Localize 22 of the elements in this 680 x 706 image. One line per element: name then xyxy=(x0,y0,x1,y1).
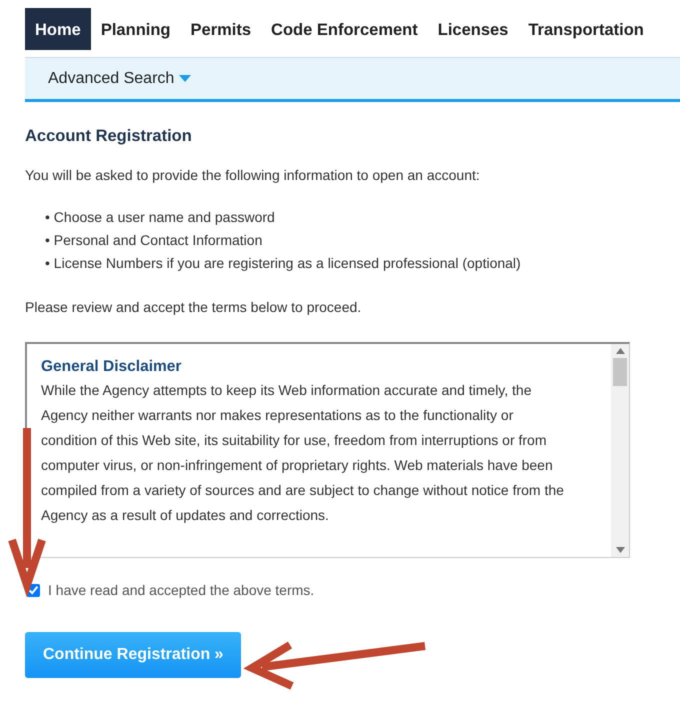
advanced-search-menu[interactable]: Advanced Search xyxy=(48,66,192,90)
list-item: • Personal and Contact Information xyxy=(45,230,264,250)
terms-text: While the Agency attempts to keep its Web information accurate and timely, the Agency neither warrants nor makes representations as to the functionality or condition of this Web site, its suitability for use, freedom from interruptions or from computer virus, or non-infringement of proprietary rights. Web materials have been compiled from a variety of sources and are subject to change without notice from the Agency as a result of updates and corrections. xyxy=(41,380,565,525)
nav-tab[interactable]: Planning xyxy=(90,8,181,50)
instruction-text: Please review and accept the terms below to proceed. xyxy=(25,298,362,317)
nav-tab[interactable]: Permits xyxy=(180,8,262,50)
section-heading: Account Registration xyxy=(25,126,193,147)
nav-tab[interactable]: Licenses xyxy=(428,8,518,50)
scroll-down-icon[interactable] xyxy=(616,546,624,553)
nav-tab[interactable]: Code Enforcement xyxy=(261,8,428,50)
nav-tab[interactable]: Transportation xyxy=(518,8,654,50)
intro-text: You will be asked to provide the following information to open an account: xyxy=(25,166,481,185)
nav-tab[interactable]: Home xyxy=(25,8,91,50)
accept-checkbox[interactable] xyxy=(27,584,40,597)
list-item: • Choose a user name and password xyxy=(45,208,276,227)
scrollbar-thumb[interactable] xyxy=(613,358,627,386)
list-item: • License Numbers if you are registering as a licensed professional (optional) xyxy=(45,254,522,273)
scroll-up-icon[interactable] xyxy=(616,348,624,354)
caret-icon xyxy=(179,74,192,82)
terms-title: General Disclaimer xyxy=(41,356,182,377)
accept-label[interactable]: I have read and accepted the above terms. xyxy=(48,580,314,601)
scrollbar[interactable] xyxy=(611,344,629,557)
